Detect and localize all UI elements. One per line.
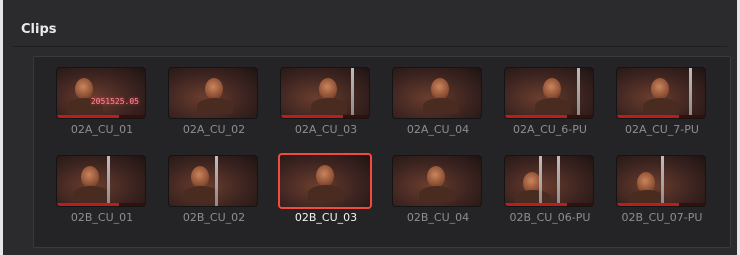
clip-item[interactable]: 02A_CU_6-PU — [502, 65, 598, 143]
clip-item[interactable]: 02A_CU_03 — [278, 65, 374, 143]
progress-bar — [617, 203, 705, 206]
slate-timecode: 2051525.05 — [90, 97, 139, 106]
clip-label: 02A_CU_03 — [294, 123, 358, 136]
clip-thumbnail[interactable] — [392, 67, 482, 119]
clip-item[interactable]: 02B_CU_07-PU — [614, 153, 710, 231]
clip-label: 02B_CU_04 — [406, 211, 470, 224]
clip-item[interactable]: 02B_CU_01 — [54, 153, 150, 231]
clip-item[interactable]: 02B_CU_02 — [166, 153, 262, 231]
progress-bar — [505, 203, 593, 206]
title-divider — [13, 46, 727, 47]
slate-bar — [577, 68, 580, 118]
slate-bar — [351, 68, 354, 118]
clip-label: 02B_CU_02 — [182, 211, 246, 224]
clip-thumbnail[interactable] — [168, 155, 258, 207]
clip-thumbnail[interactable]: 2051525.05 — [56, 67, 146, 119]
clip-label: 02B_CU_06-PU — [509, 211, 591, 224]
clip-thumbnail[interactable] — [504, 67, 594, 119]
clip-thumbnail[interactable] — [616, 67, 706, 119]
clip-thumbnail[interactable] — [56, 155, 146, 207]
clip-item[interactable]: 02A_CU_7-PU — [614, 65, 710, 143]
slate-bar — [557, 156, 560, 206]
slate-bar — [689, 68, 692, 118]
clip-item[interactable]: 02A_CU_02 — [166, 65, 262, 143]
slate-bar — [107, 156, 110, 206]
clip-item[interactable]: 02A_CU_04 — [390, 65, 486, 143]
clip-label: 02A_CU_6-PU — [513, 123, 587, 136]
clip-label: 02B_CU_07-PU — [621, 211, 703, 224]
clip-thumbnail[interactable] — [504, 155, 594, 207]
clip-thumbnail[interactable] — [280, 67, 370, 119]
clip-thumbnail[interactable] — [168, 67, 258, 119]
clip-item[interactable]: 2051525.05 02A_CU_01 — [54, 65, 150, 143]
progress-bar — [505, 115, 593, 118]
progress-bar — [281, 115, 369, 118]
panel-title: Clips — [21, 22, 57, 37]
clip-label: 02A_CU_01 — [70, 123, 134, 136]
progress-bar — [57, 115, 145, 118]
clip-grid: 2051525.05 02A_CU_01 02A_CU_02 02A_CU_03 — [33, 56, 731, 248]
clip-label: 02B_CU_01 — [70, 211, 134, 224]
clip-item[interactable]: 02B_CU_04 — [390, 153, 486, 231]
clip-label: 02A_CU_04 — [406, 123, 470, 136]
clip-item[interactable]: 02B_CU_06-PU — [502, 153, 598, 231]
progress-bar — [617, 115, 705, 118]
slate-bar — [215, 156, 218, 206]
clip-label: 02A_CU_7-PU — [625, 123, 699, 136]
clip-label: 02A_CU_02 — [182, 123, 246, 136]
clip-thumbnail[interactable] — [392, 155, 482, 207]
clip-thumbnail[interactable] — [616, 155, 706, 207]
clip-thumbnail[interactable] — [278, 153, 372, 209]
slate-bar — [661, 156, 664, 206]
clip-label: 02B_CU_03 — [294, 211, 358, 224]
clips-panel: Clips 2051525.05 02A_CU_01 02A_CU_02 02A… — [0, 0, 740, 255]
clip-item-selected[interactable]: 02B_CU_03 — [278, 153, 374, 231]
progress-bar — [57, 203, 145, 206]
slate-bar — [539, 156, 542, 206]
